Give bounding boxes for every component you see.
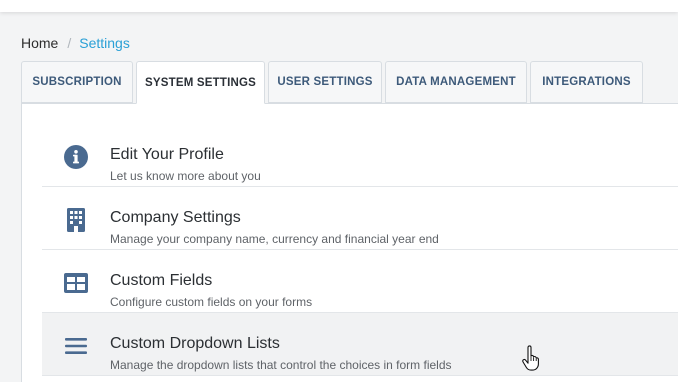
item-title: Custom Dropdown Lists: [110, 335, 280, 352]
tab-system-settings[interactable]: SYSTEM SETTINGS: [136, 61, 265, 104]
table-icon: [62, 269, 89, 296]
settings-item-custom-fields[interactable]: Custom Fields Configure custom fields on…: [42, 250, 678, 313]
item-description: Manage your company name, currency and f…: [110, 232, 439, 246]
hand-pointer-cursor-icon: [521, 345, 543, 371]
settings-panel: Edit Your Profile Let us know more about…: [21, 103, 678, 382]
item-title: Custom Fields: [110, 272, 213, 289]
settings-item-company-settings[interactable]: Company Settings Manage your company nam…: [42, 187, 678, 250]
breadcrumb-separator: /: [67, 35, 72, 51]
tab-subscription[interactable]: SUBSCRIPTION: [21, 61, 133, 103]
building-icon: [62, 206, 89, 233]
item-title: Edit Your Profile: [110, 146, 224, 163]
item-description: Manage the dropdown lists that control t…: [110, 358, 452, 372]
item-description: Let us know more about you: [110, 169, 261, 183]
tab-user-settings[interactable]: USER SETTINGS: [268, 61, 382, 103]
item-description: Configure custom fields on your forms: [110, 295, 313, 309]
breadcrumb-current[interactable]: Settings: [79, 35, 130, 51]
settings-tabs: SUBSCRIPTION SYSTEM SETTINGS USER SETTIN…: [21, 61, 646, 104]
list-icon: [62, 332, 89, 359]
tab-data-management[interactable]: DATA MANAGEMENT: [385, 61, 527, 103]
top-bar: [0, 0, 678, 12]
breadcrumb: Home / Settings: [21, 35, 130, 51]
tab-integrations[interactable]: INTEGRATIONS: [530, 61, 643, 103]
settings-item-custom-dropdown-lists[interactable]: Custom Dropdown Lists Manage the dropdow…: [42, 313, 678, 376]
info-circle-icon: [62, 143, 89, 170]
settings-item-edit-profile[interactable]: Edit Your Profile Let us know more about…: [42, 124, 678, 187]
breadcrumb-home[interactable]: Home: [21, 35, 58, 51]
item-title: Company Settings: [110, 209, 241, 226]
